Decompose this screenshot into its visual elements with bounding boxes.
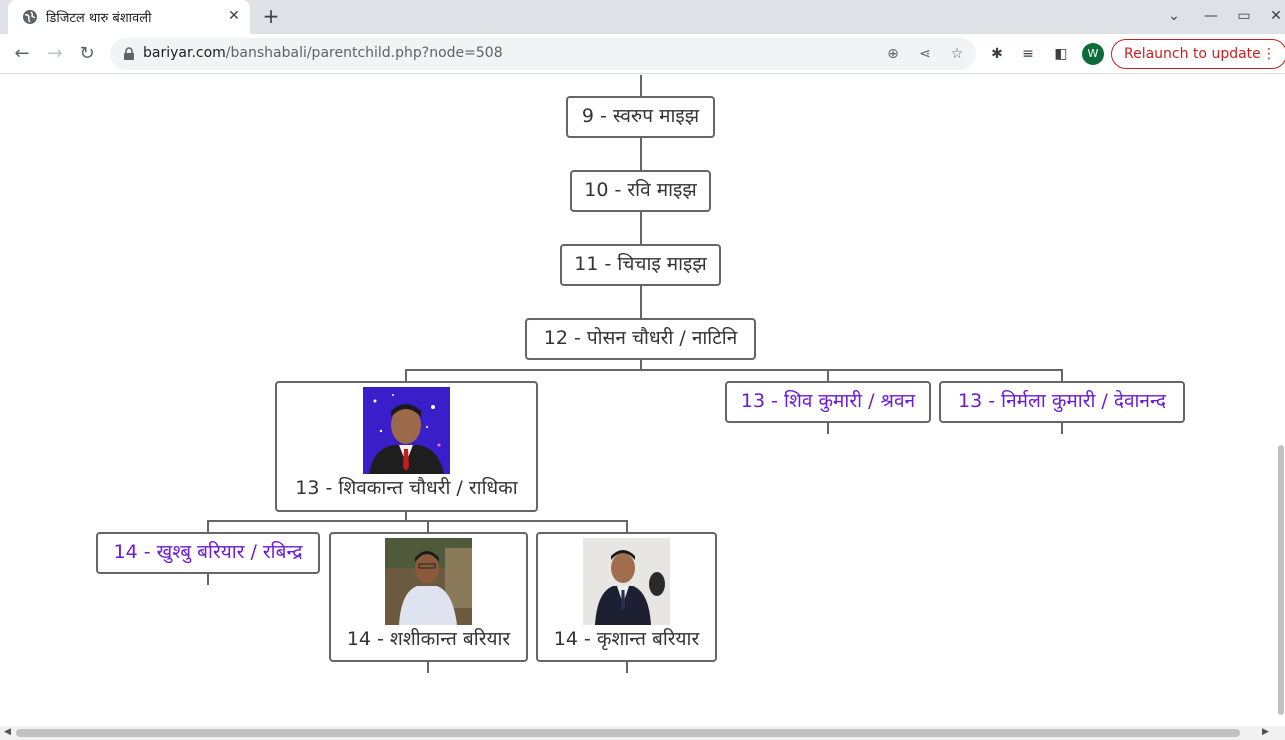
media-queue-icon[interactable]: ≡ [1018,44,1038,64]
tree-node-13-shiv-kumari[interactable]: 13 - शिव कुमारी / श्रवन [725,381,931,423]
tree-node-13-nirmala-kumari[interactable]: 13 - निर्मला कुमारी / देवानन्द [939,381,1185,423]
relaunch-button[interactable]: Relaunch to update ⋮ [1111,39,1285,69]
connector [207,573,209,585]
tree-node-14-shashikant[interactable]: 14 - शशीकान्त बरियार [329,532,528,662]
active-tab[interactable]: डिजिटल थारु बंशावली ✕ [8,0,250,34]
tree-node-13-shivakant[interactable]: 13 - शिवकान्त चौधरी / राधिका [275,381,538,512]
student-in-blazer-portrait [583,538,670,625]
url-domain: bariyar.com [143,45,226,61]
connector [640,137,642,170]
lock-icon [124,47,134,60]
connector [827,422,829,434]
tab-strip: डिजिटल थारु बंशावली ✕ + ⌄ — ▭ ✕ [0,0,1285,34]
reload-icon[interactable]: ↻ [75,42,99,66]
address-bar[interactable]: bariyar.com/banshabali/parentchild.php?n… [110,38,976,70]
node-label: 13 - शिवकान्त चौधरी / राधिका [295,477,518,499]
menu-dots-icon[interactable]: ⋮ [1262,40,1276,68]
node-label: 14 - शशीकान्त बरियार [346,628,511,650]
tree-node-9[interactable]: 9 - स्वरुप माइझ [566,96,715,138]
node-label: 11 - चिचाइ माइझ [574,253,707,275]
connector [640,75,642,96]
connector [427,661,429,673]
young-man-portrait [385,538,472,625]
scroll-left-arrow-icon[interactable]: ◀ [4,727,11,737]
node-label: 10 - रवि माइझ [584,179,697,201]
node-label: 12 - पोसन चौधरी / नाटिनि [543,327,738,349]
tab-search-chevron-icon[interactable]: ⌄ [1164,6,1184,26]
horizontal-scrollbar[interactable]: ◀ ▶ [0,726,1285,740]
restore-icon[interactable]: ▭ [1234,6,1254,26]
connector [1061,422,1063,434]
connector [626,661,628,673]
url-text[interactable]: bariyar.com/banshabali/parentchild.php?n… [143,45,503,61]
relaunch-label: Relaunch to update [1124,46,1261,62]
node-label: 9 - स्वरुप माइझ [581,105,700,127]
browser-window: डिजिटल थारु बंशावली ✕ + ⌄ — ▭ ✕ ← → ↻ ba… [0,0,1285,740]
horizontal-scroll-thumb[interactable] [16,729,1240,737]
connector [207,520,628,522]
tree-node-10[interactable]: 10 - रवि माइझ [570,170,711,212]
node-label: 14 - खुश्बु बरियार / रबिन्द्र [113,541,303,563]
tab-title: डिजिटल थारु बंशावली [46,11,152,26]
node-label: 14 - कृशान्त बरियार [553,628,700,650]
window-close-icon[interactable]: ✕ [1266,6,1285,26]
connector [405,369,1063,371]
tree-node-14-krishant[interactable]: 14 - कृशान्त बरियार [536,532,717,662]
connector [640,285,642,318]
node-label: 13 - शिव कुमारी / श्रवन [740,390,916,412]
tree-node-11[interactable]: 11 - चिचाइ माइझ [560,244,721,286]
share-icon[interactable]: ⋖ [916,45,934,63]
tree-node-14-khushbu[interactable]: 14 - खुश्बु बरियार / रबिन्द्र [96,532,320,574]
zoom-icon[interactable]: ⊕ [884,45,902,63]
browser-toolbar: ← → ↻ bariyar.com/banshabali/parentchild… [0,34,1285,74]
vertical-scroll-thumb[interactable] [1278,445,1284,715]
scroll-right-arrow-icon[interactable]: ▶ [1262,727,1269,737]
new-tab-button[interactable]: + [259,4,283,28]
globe-icon [23,10,37,24]
tree-node-12[interactable]: 12 - पोसन चौधरी / नाटिनि [525,318,756,360]
family-tree: 9 - स्वरुप माइझ 10 - रवि माइझ 11 - चिचाइ… [0,75,1285,725]
back-arrow-icon[interactable]: ← [10,42,34,66]
bookmark-star-icon[interactable]: ☆ [948,45,966,63]
forward-arrow-icon[interactable]: → [43,42,67,66]
profile-avatar[interactable]: W [1082,43,1104,65]
extensions-puzzle-icon[interactable]: ✱ [987,44,1007,64]
node-label: 13 - निर्मला कुमारी / देवानन्द [958,390,1166,412]
minimize-icon[interactable]: — [1201,6,1221,26]
connector [640,211,642,244]
man-in-suit-portrait [363,387,450,474]
vertical-scrollbar[interactable] [1275,75,1285,725]
url-path: /banshabali/parentchild.php?node=508 [225,45,503,61]
side-panel-icon[interactable]: ◧ [1051,44,1071,64]
tab-close-icon[interactable]: ✕ [224,6,244,26]
